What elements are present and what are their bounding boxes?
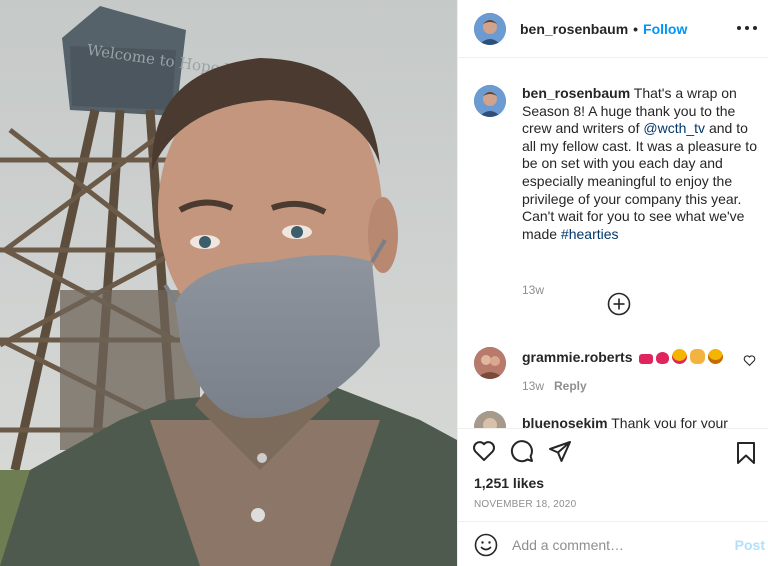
emoji-icon[interactable] [474, 533, 498, 557]
more-icon[interactable] [737, 18, 757, 38]
comment-content: Thank you for your [611, 415, 728, 428]
avatar[interactable] [474, 12, 506, 45]
comment-text: bluenosekim Thank you for your [522, 415, 732, 428]
reply-button[interactable]: Reply [554, 379, 587, 393]
comment-timestamp[interactable]: 13w [522, 379, 544, 393]
caption-text-part-2: and to all my fellow cast. It was a plea… [522, 120, 757, 242]
post-header: ben_rosenbaum • Follow [458, 0, 768, 58]
heart-eyes-emoji [672, 349, 688, 364]
post-date[interactable]: NOVEMBER 18, 2020 [474, 499, 576, 510]
header-username[interactable]: ben_rosenbaum [520, 21, 628, 37]
comment-text: grammie.roberts [522, 349, 724, 365]
caption-timestamp[interactable]: 13w [522, 283, 544, 297]
red-heart-emoji [656, 352, 670, 364]
comment-item: bluenosekim Thank you for your [474, 411, 764, 428]
share-icon[interactable] [548, 439, 572, 463]
add-comments-icon[interactable] [607, 292, 631, 316]
save-icon[interactable] [735, 441, 757, 465]
comments-list[interactable]: ben_rosenbaum That's a wrap on Season 8!… [458, 59, 768, 428]
follow-button[interactable]: Follow [643, 21, 687, 37]
clapping-hands-emoji [690, 349, 706, 364]
likes-count[interactable]: 1,251 likes [474, 475, 544, 491]
post-actions: 1,251 likes NOVEMBER 18, 2020 Add a comm… [458, 428, 768, 566]
hashtag-link[interactable]: #hearties [561, 226, 619, 242]
post-comment-button[interactable]: Post [735, 537, 765, 553]
comment-avatar[interactable] [474, 347, 506, 379]
comment-input[interactable]: Add a comment… [512, 537, 735, 553]
comment-icon[interactable] [510, 439, 534, 463]
action-icons [472, 439, 572, 467]
comment-meta: 13w Reply [522, 379, 587, 393]
comment-username[interactable]: bluenosekim [522, 415, 608, 428]
separator-dot: • [633, 20, 639, 37]
comment-item: grammie.roberts 13w Reply [474, 347, 764, 393]
comment-username[interactable]: grammie.roberts [522, 349, 632, 365]
add-comment-bar: Add a comment… Post [458, 521, 768, 566]
post-photo[interactable]: Welcome to Hope Valley [0, 0, 457, 566]
selfie-image: Welcome to Hope Valley [0, 0, 457, 566]
caption-username[interactable]: ben_rosenbaum [522, 85, 630, 101]
like-comment-icon[interactable] [743, 354, 756, 367]
caption-avatar[interactable] [474, 85, 506, 117]
mention-link[interactable]: @wcth_tv [643, 120, 705, 136]
caption-text: ben_rosenbaum That's a wrap on Season 8!… [522, 85, 762, 243]
heart-icon[interactable] [472, 439, 496, 463]
grinning-face-emoji [708, 349, 724, 364]
post-panel: ben_rosenbaum • Follow ben_rosenbaum Tha… [457, 0, 768, 566]
revolving-hearts-emoji [639, 354, 654, 364]
comment-avatar[interactable] [474, 411, 506, 428]
